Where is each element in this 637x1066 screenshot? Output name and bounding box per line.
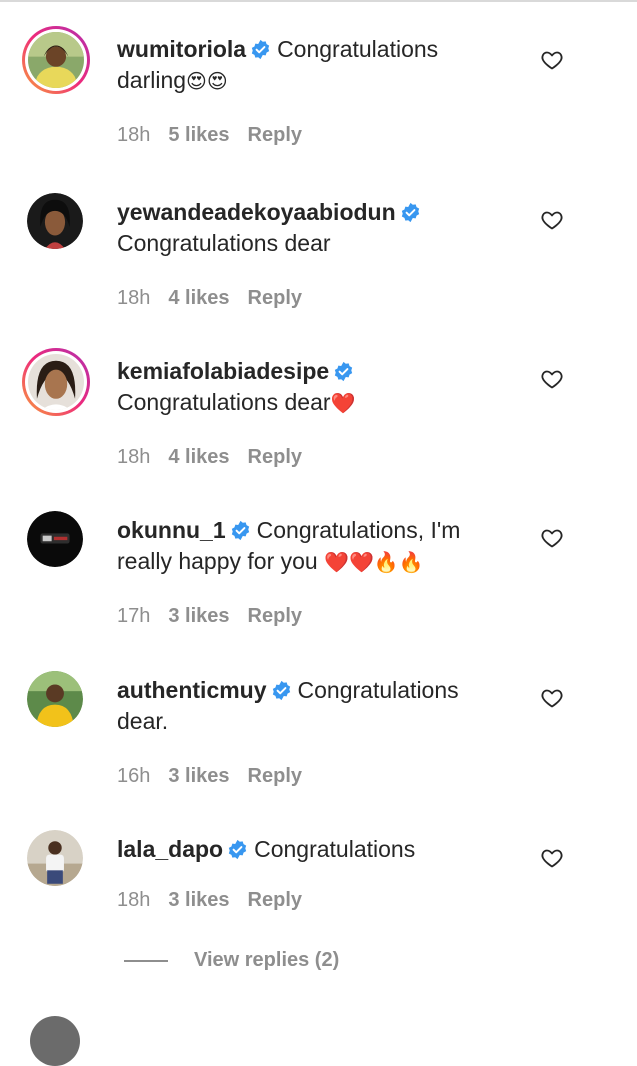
verified-badge-icon (227, 839, 248, 860)
comment-timestamp: 18h (117, 889, 151, 911)
heart-outline-icon[interactable] (540, 686, 564, 710)
comment-body: Congratulations dear (117, 389, 331, 415)
likes-count-link[interactable]: 3 likes (168, 605, 229, 627)
comment-timestamp: 18h (117, 287, 151, 309)
verified-badge-icon (271, 680, 292, 701)
comment-item: authenticmuy Congratulations dear. 16h 3 l… (0, 641, 637, 800)
heart-outline-icon[interactable] (540, 846, 564, 870)
avatar[interactable] (27, 193, 83, 249)
verified-badge-icon (333, 361, 354, 382)
comment-timestamp: 18h (117, 446, 151, 468)
comment-emoji: 😍😍 (186, 71, 228, 93)
comment-meta: 18h 3 likes Reply (117, 889, 320, 912)
username-link[interactable]: lala_dapo (117, 836, 223, 862)
comment-meta: 17h 3 likes Reply (117, 605, 320, 628)
reply-button[interactable]: Reply (248, 605, 302, 627)
verified-badge-icon (250, 39, 271, 60)
view-replies-label: View replies (2) (194, 949, 340, 971)
username-link[interactable]: okunnu_1 (117, 517, 226, 543)
comment-text: authenticmuy Congratulations dear. (117, 675, 497, 739)
view-replies-button[interactable]: View replies (2) (124, 949, 339, 972)
comment-item: wumitoriola Congratulations darling😍😍 18h… (0, 0, 637, 159)
avatar-image (27, 830, 83, 886)
comment-item: okunnu_1 Congratulations, I'm really happ… (0, 481, 637, 640)
comment-emoji: ❤️❤️🔥🔥 (324, 552, 424, 574)
comment-body: Congratulations dear (117, 230, 331, 256)
avatar-image (27, 671, 83, 727)
comment-text: lala_dapo Congratulations (117, 834, 497, 867)
comment-text: yewandeadekoyaabiodun Congratulations dea… (117, 197, 497, 261)
comment-meta: 18h 5 likes Reply (117, 124, 320, 147)
reply-button[interactable]: Reply (248, 287, 302, 309)
heart-outline-icon[interactable] (540, 367, 564, 391)
reply-button[interactable]: Reply (248, 889, 302, 911)
likes-count-link[interactable]: 5 likes (168, 124, 229, 146)
comment-text: kemiafolabiadesipe Congratulations dear❤️ (117, 356, 497, 420)
comment-meta: 18h 4 likes Reply (117, 287, 320, 310)
reply-button[interactable]: Reply (248, 446, 302, 468)
comment-body: Congratulations (254, 836, 416, 862)
comment-meta: 18h 4 likes Reply (117, 446, 320, 469)
likes-count-link[interactable]: 3 likes (168, 765, 229, 787)
comment-text: wumitoriola Congratulations darling😍😍 (117, 34, 497, 98)
heart-outline-icon[interactable] (540, 48, 564, 72)
avatar[interactable] (27, 511, 83, 567)
reply-button[interactable]: Reply (248, 124, 302, 146)
comment-timestamp: 16h (117, 765, 151, 787)
verified-badge-icon (400, 202, 421, 223)
comment-meta: 16h 3 likes Reply (117, 765, 320, 788)
likes-count-link[interactable]: 4 likes (168, 287, 229, 309)
avatar-image (27, 511, 83, 567)
username-link[interactable]: kemiafolabiadesipe (117, 358, 329, 384)
avatar[interactable] (22, 26, 90, 94)
comment-item: lala_dapo Congratulations 18h 3 likes Reply (0, 800, 637, 959)
verified-badge-icon (230, 520, 251, 541)
comment-timestamp: 17h (117, 605, 151, 627)
username-link[interactable]: yewandeadekoyaabiodun (117, 199, 396, 225)
replies-divider (124, 959, 168, 962)
comment-timestamp: 18h (117, 124, 151, 146)
avatar-image (27, 193, 83, 249)
avatar-image (28, 32, 84, 88)
heart-outline-icon[interactable] (540, 208, 564, 232)
reply-button[interactable]: Reply (248, 765, 302, 787)
avatar[interactable] (22, 348, 90, 416)
comment-item: kemiafolabiadesipe Congratulations dear❤️… (0, 322, 637, 481)
comment-text: okunnu_1 Congratulations, I'm really happ… (117, 515, 497, 579)
avatar-image (28, 354, 84, 410)
username-link[interactable]: wumitoriola (117, 36, 246, 62)
heart-outline-icon[interactable] (540, 526, 564, 550)
comment-item: yewandeadekoyaabiodun Congratulations dea… (0, 163, 637, 322)
likes-count-link[interactable]: 3 likes (168, 889, 229, 911)
comment-emoji: ❤️ (330, 393, 356, 415)
username-link[interactable]: authenticmuy (117, 677, 267, 703)
likes-count-link[interactable]: 4 likes (168, 446, 229, 468)
avatar[interactable] (27, 830, 83, 886)
avatar[interactable] (27, 671, 83, 727)
